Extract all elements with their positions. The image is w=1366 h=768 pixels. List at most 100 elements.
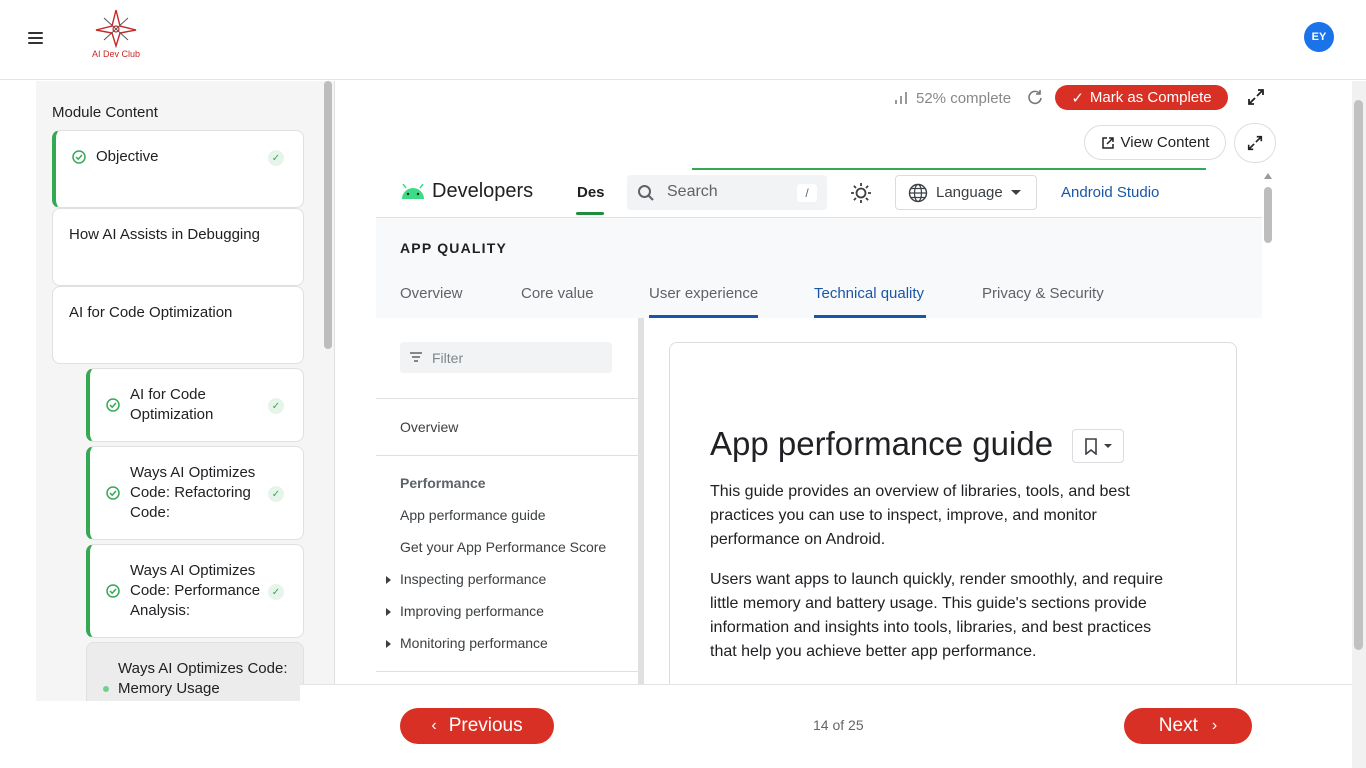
ai-dev-club-logo[interactable]: AI Dev Club xyxy=(84,8,148,66)
language-label: Language xyxy=(936,184,1003,201)
current-item-dot-icon xyxy=(103,686,109,692)
android-icon xyxy=(402,183,424,199)
tab-user-experience[interactable]: User experience xyxy=(649,285,758,302)
developers-header: Developers Des Search / Language Android… xyxy=(376,172,1262,218)
bar-chart-icon xyxy=(895,92,907,104)
search-input[interactable]: Search / xyxy=(627,175,827,210)
filter-input[interactable]: Filter xyxy=(400,342,612,373)
next-button[interactable]: Next › xyxy=(1124,708,1252,744)
search-shortcut-key: / xyxy=(797,184,817,202)
globe-icon xyxy=(908,183,928,202)
sidebar-item-label: Ways AI Optimizes Code: Memory Usage xyxy=(118,660,288,697)
fullscreen-button[interactable] xyxy=(1234,123,1276,163)
progress-text: 52% complete xyxy=(916,89,1012,107)
sidebar-divider xyxy=(334,81,335,701)
developers-brand-text: Developers xyxy=(432,180,534,202)
android-studio-link[interactable]: Android Studio xyxy=(1061,184,1159,201)
mark-as-complete-label: Mark as Complete xyxy=(1089,89,1212,106)
app-quality-band: APP QUALITY Overview Core value User exp… xyxy=(376,218,1262,318)
chevron-left-icon: ‹ xyxy=(431,717,437,734)
sidebar-item-how-ai-assists[interactable]: How AI Assists in Debugging xyxy=(52,208,304,286)
bookmark-button[interactable] xyxy=(1072,429,1124,463)
previous-label: Previous xyxy=(448,715,523,736)
window-scrollbar[interactable] xyxy=(1354,100,1363,650)
tab-privacy-security[interactable]: Privacy & Security xyxy=(982,285,1104,302)
search-placeholder: Search xyxy=(667,183,718,200)
nav-overview[interactable]: Overview xyxy=(400,419,458,435)
nav-divider xyxy=(376,671,638,672)
tab-design[interactable]: Des xyxy=(577,184,605,201)
chevron-right-icon: › xyxy=(1211,717,1218,734)
tab-technical-quality[interactable]: Technical quality xyxy=(814,285,924,302)
sidebar-item-label: Ways AI Optimizes Code: Performance Anal… xyxy=(130,562,261,619)
search-icon xyxy=(638,185,654,201)
refresh-icon[interactable] xyxy=(1026,88,1044,106)
module-sidebar: Module Content Objective ✓ How AI Assist… xyxy=(36,81,334,701)
completed-tick-icon: ✓ xyxy=(268,150,284,166)
check-circle-icon xyxy=(72,150,86,164)
tab-underline-user-experience xyxy=(649,315,758,318)
theme-toggle-sun-icon[interactable] xyxy=(850,182,872,204)
fullscreen-icon xyxy=(1247,135,1263,151)
sidebar-item-ai-code-optimization[interactable]: AI for Code Optimization ✓ xyxy=(86,368,304,442)
nav-app-performance-guide[interactable]: App performance guide xyxy=(400,507,546,523)
embed-scrollbar-track xyxy=(1262,172,1274,684)
completed-tick-icon: ✓ xyxy=(268,584,284,600)
sidebar-scrollbar[interactable] xyxy=(324,81,332,349)
expand-icon[interactable] xyxy=(1246,87,1266,107)
check-icon: ✓ xyxy=(1071,89,1084,107)
nav-inspecting-performance[interactable]: Inspecting performance xyxy=(400,571,546,587)
filter-placeholder: Filter xyxy=(432,350,464,366)
active-tab-indicator xyxy=(576,212,604,215)
nav-performance-heading: Performance xyxy=(400,475,486,491)
tab-core-value[interactable]: Core value xyxy=(521,285,594,302)
sidebar-item-label: Ways AI Optimizes Code: Refactoring Code… xyxy=(130,464,256,521)
tab-overview[interactable]: Overview xyxy=(400,285,463,302)
article-paragraph-1: This guide provides an overview of libra… xyxy=(710,483,1130,548)
progress-indicator: 52% complete xyxy=(894,88,1011,108)
top-header: AI Dev Club EY xyxy=(0,0,1366,80)
view-content-button[interactable]: View Content xyxy=(1084,125,1226,160)
embedded-content-frame: Developers Des Search / Language Android… xyxy=(376,172,1262,684)
mark-as-complete-button[interactable]: ✓ Mark as Complete xyxy=(1055,85,1228,110)
app-quality-title: APP QUALITY xyxy=(400,240,508,256)
previous-button[interactable]: ‹ Previous xyxy=(400,708,554,744)
article-paragraph-2: Users want apps to launch quickly, rende… xyxy=(710,571,1163,660)
logo-mark-icon xyxy=(95,9,137,48)
expand-arrow-icon[interactable] xyxy=(386,608,391,616)
sidebar-item-ai-code-optimization-section[interactable]: AI for Code Optimization xyxy=(52,286,304,364)
sidebar-item-label: Objective xyxy=(96,148,159,165)
sidebar-item-performance-analysis[interactable]: Ways AI Optimizes Code: Performance Anal… xyxy=(86,544,304,638)
check-circle-icon xyxy=(106,584,120,598)
left-navigation: Filter Overview Performance App performa… xyxy=(376,318,638,684)
nav-improving-performance[interactable]: Improving performance xyxy=(400,603,544,619)
sidebar-item-label: AI for Code Optimization xyxy=(69,304,233,321)
embed-scrollbar[interactable] xyxy=(1264,187,1272,243)
sidebar-item-objective[interactable]: Objective ✓ xyxy=(52,130,304,208)
caret-down-icon xyxy=(1010,190,1021,195)
tab-underline-technical-quality xyxy=(814,315,926,318)
content-accent-line xyxy=(692,168,1206,170)
article-card: App performance guide This guide provide… xyxy=(669,342,1237,684)
user-avatar[interactable]: EY xyxy=(1304,22,1334,52)
scroll-up-arrow-icon[interactable] xyxy=(1264,173,1272,179)
filter-icon xyxy=(410,352,422,362)
menu-icon[interactable] xyxy=(28,32,43,45)
sidebar-item-label: How AI Assists in Debugging xyxy=(69,226,260,243)
expand-arrow-icon[interactable] xyxy=(386,640,391,648)
logo-text: AI Dev Club xyxy=(91,49,141,59)
page-counter: 14 of 25 xyxy=(813,717,864,733)
expand-arrow-icon[interactable] xyxy=(386,576,391,584)
view-content-label: View Content xyxy=(1120,134,1210,151)
caret-down-icon xyxy=(1104,444,1112,448)
module-content-title: Module Content xyxy=(52,104,158,121)
completed-tick-icon: ✓ xyxy=(268,398,284,414)
nav-monitoring-performance[interactable]: Monitoring performance xyxy=(400,635,548,651)
language-selector[interactable]: Language xyxy=(895,175,1037,210)
developers-logo[interactable]: Developers xyxy=(400,180,533,203)
nav-scrollbar[interactable] xyxy=(638,318,644,684)
sidebar-item-refactoring[interactable]: Ways AI Optimizes Code: Refactoring Code… xyxy=(86,446,304,540)
nav-divider xyxy=(376,398,638,399)
nav-app-performance-score[interactable]: Get your App Performance Score xyxy=(400,539,606,555)
sidebar-item-memory-usage[interactable]: Ways AI Optimizes Code: Memory Usage xyxy=(86,642,304,701)
